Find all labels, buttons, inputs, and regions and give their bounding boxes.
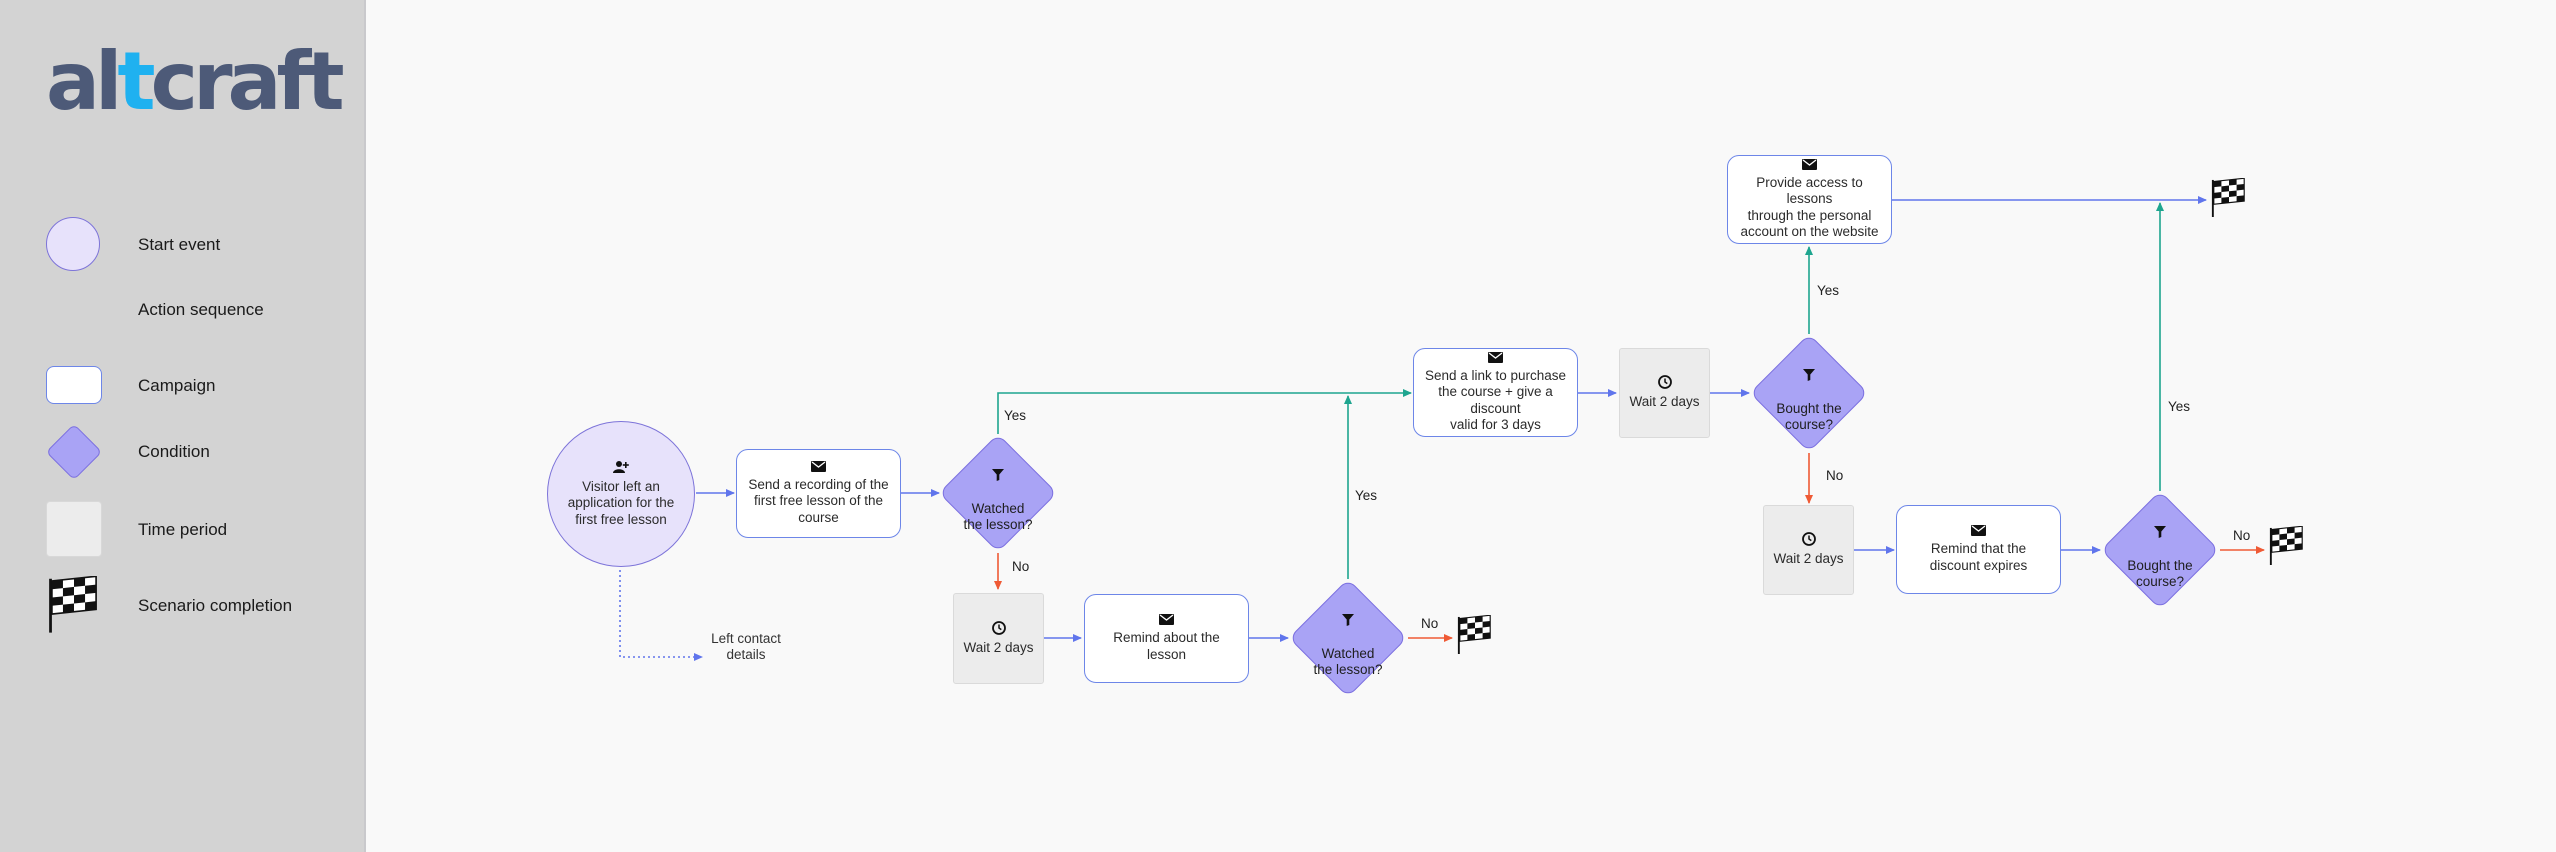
legend-panel: altcraft Start event Action sequence Cam… (0, 0, 366, 852)
time-period-swatch (46, 501, 102, 557)
flow-connectors (47, 196, 2265, 661)
filter-icon (1342, 613, 1354, 626)
legend-label: Campaign (138, 376, 216, 395)
envelope-icon (1159, 614, 1174, 626)
condition-label: Bought the course? (1776, 401, 1842, 433)
campaign-swatch (46, 366, 102, 404)
edge-label-no: No (2233, 528, 2251, 543)
wait-2-days-1[interactable]: Wait 2 days (953, 593, 1044, 684)
legend-start-event: Start event (46, 217, 346, 277)
edge-label-yes: Yes (1004, 408, 1027, 423)
start-event-node[interactable]: Visitor left an application for the firs… (547, 421, 695, 567)
condition-label: Watched the lesson? (963, 501, 1033, 533)
legend-condition: Condition (45, 423, 346, 484)
campaign-label: Remind that the discount expires (1929, 541, 2028, 573)
checkered-flag-icon (2211, 178, 2245, 217)
time-label: Wait 2 days (1629, 394, 1700, 410)
envelope-icon (1802, 158, 1817, 170)
condition-label: Bought the course? (2127, 558, 2193, 590)
provide-access-campaign[interactable]: Provide access to lessons through the pe… (1727, 155, 1892, 244)
time-label: Wait 2 days (1773, 551, 1844, 567)
condition-swatch (45, 423, 103, 481)
clock-icon (1801, 532, 1816, 547)
legend-label: Start event (138, 235, 221, 254)
envelope-icon (811, 460, 826, 472)
edge-label-yes: Yes (1355, 488, 1378, 503)
user-plus-icon (613, 460, 629, 473)
edge-label-no: No (1826, 468, 1844, 483)
envelope-icon (1488, 351, 1503, 363)
campaign-label: Provide access to lessons through the pe… (1740, 174, 1879, 239)
send-link-campaign[interactable]: Send a link to purchase the course + giv… (1413, 348, 1578, 437)
legend-label: Time period (138, 520, 228, 539)
edge-label-no: No (1421, 616, 1439, 631)
checkered-flag-icon (2269, 526, 2303, 565)
start-event-label: Visitor left an application for the firs… (567, 478, 675, 527)
time-label: Wait 2 days (963, 639, 1034, 655)
remind-discount-campaign[interactable]: Remind that the discount expires (1896, 505, 2061, 594)
left-contact-details-label: Left contact details (711, 631, 781, 663)
edge-label-yes: Yes (1817, 283, 1840, 298)
clock-icon (1657, 375, 1672, 390)
clock-icon (991, 620, 1006, 635)
filter-icon (992, 468, 1004, 481)
wait-2-days-3[interactable]: Wait 2 days (1763, 505, 1854, 595)
legend-time-period: Time period (46, 501, 346, 561)
envelope-icon (1971, 525, 1986, 537)
legend-action-sequence: Action sequence (46, 291, 346, 351)
edge-label-yes: Yes (2168, 399, 2191, 414)
start-event-swatch (46, 217, 100, 271)
send-recording-campaign[interactable]: Send a recording of the first free lesso… (736, 449, 901, 538)
condition-label: Watched the lesson? (1313, 646, 1383, 678)
condition-watched-lesson-1[interactable]: Watched the lesson? (938, 433, 1058, 553)
filter-icon (2154, 525, 2166, 538)
altcraft-logo: altcraft (46, 35, 345, 128)
edge-label-no: No (1012, 559, 1030, 574)
campaign-label: Remind about the lesson (1113, 630, 1220, 662)
campaign-label: Send a link to purchase the course + giv… (1424, 367, 1567, 432)
wait-2-days-2[interactable]: Wait 2 days (1619, 348, 1710, 438)
condition-watched-lesson-2[interactable]: Watched the lesson? (1288, 578, 1408, 698)
checkered-flag-icon (1457, 615, 1491, 654)
campaign-label: Send a recording of the first free lesso… (748, 476, 889, 525)
condition-bought-course-2[interactable]: Bought the course? (2100, 490, 2220, 610)
legend-label: Condition (138, 442, 210, 461)
legend-label: Action sequence (138, 300, 264, 319)
legend-campaign: Campaign (46, 366, 346, 426)
remind-lesson-campaign[interactable]: Remind about the lesson (1084, 594, 1249, 683)
filter-icon (1803, 368, 1815, 381)
legend-scenario-completion: Scenario completion (46, 576, 346, 636)
checkered-flag-icon (49, 576, 97, 633)
condition-bought-course-1[interactable]: Bought the course? (1749, 333, 1869, 453)
legend-label: Scenario completion (138, 596, 293, 615)
